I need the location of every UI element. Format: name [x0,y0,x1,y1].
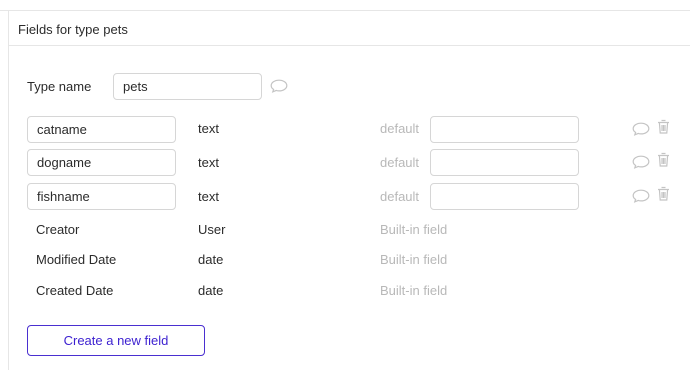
default-label: default [380,189,420,204]
default-value-input[interactable] [430,149,579,176]
field-name-input-dogname[interactable] [27,149,176,176]
builtin-field-note: Built-in field [380,222,448,237]
builtin-field-name: Creator [36,222,80,237]
section-title: Fields for type pets [18,22,128,37]
builtin-field-type: date [198,283,224,298]
section-divider [9,45,690,46]
field-name-input-fishname[interactable] [27,183,176,210]
comment-icon[interactable] [632,122,650,136]
create-new-field-button[interactable]: Create a new field [27,325,205,356]
comment-icon[interactable] [632,155,650,169]
field-type: text [198,121,219,136]
default-value-input[interactable] [430,183,579,210]
trash-icon[interactable] [657,152,670,167]
default-label: default [380,121,420,136]
trash-icon[interactable] [657,119,670,134]
field-type: text [198,189,219,204]
default-value-input[interactable] [430,116,579,143]
builtin-field-type: User [198,222,226,237]
field-name-input-catname[interactable] [27,116,176,143]
default-label: default [380,155,420,170]
builtin-field-name: Created Date [36,283,114,298]
comment-icon[interactable] [632,189,650,203]
trash-icon[interactable] [657,186,670,201]
type-name-input[interactable] [113,73,262,100]
builtin-field-name: Modified Date [36,252,117,267]
builtin-field-note: Built-in field [380,252,448,267]
builtin-field-note: Built-in field [380,283,448,298]
type-name-label: Type name [27,79,92,94]
field-type: text [198,155,219,170]
builtin-field-type: date [198,252,224,267]
comment-icon[interactable] [270,79,288,93]
